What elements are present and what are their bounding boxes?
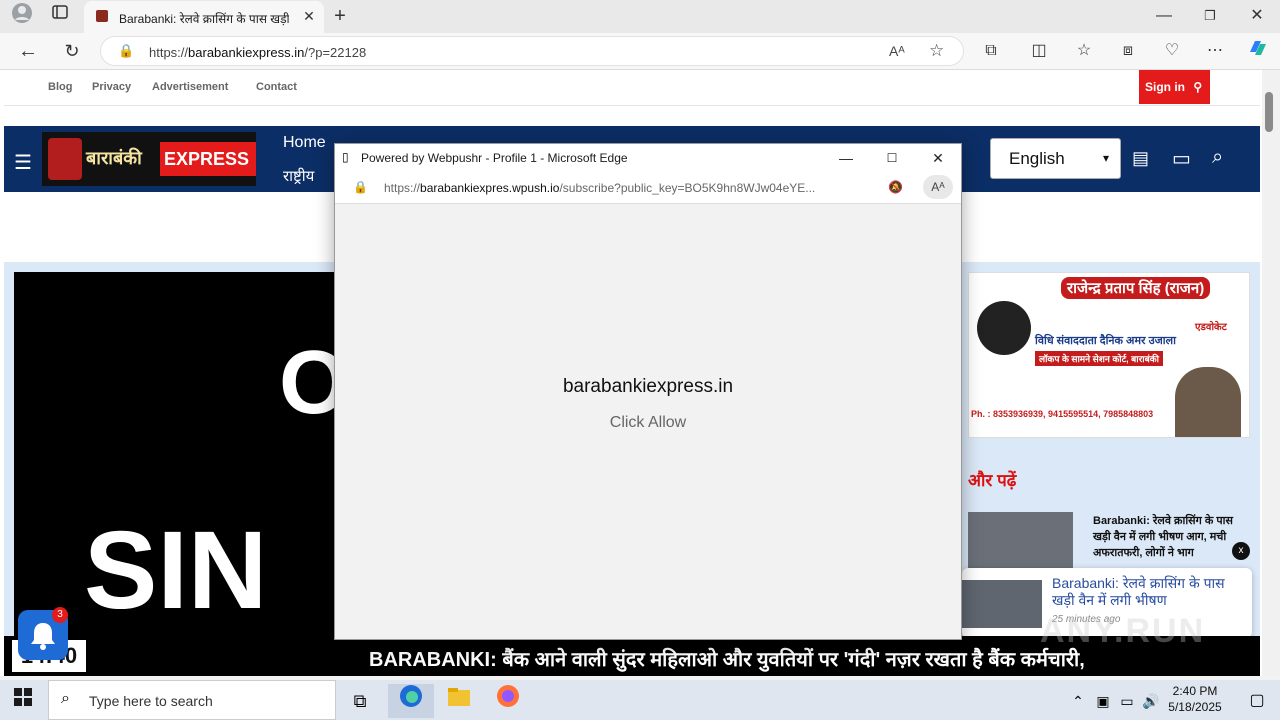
device-icon[interactable]: ▣	[1092, 684, 1114, 718]
logo-hindi: बाराबंकी	[86, 148, 142, 168]
notifications-blocked-icon[interactable]: 🔕	[888, 180, 903, 194]
notification-count-badge: 3	[52, 607, 68, 623]
tab-barabanki[interactable]: Barabanki: रेलवे क्रासिंग के पास खड़ी ✕	[84, 1, 324, 33]
windows-taskbar: ⌕ Type here to search ⧉ ⌃ ▣ ▭ 🔊 2:40 PM …	[0, 680, 1280, 720]
news-thumbnail[interactable]	[968, 512, 1073, 570]
nav-home[interactable]: Home	[283, 134, 326, 152]
taskbar-search-placeholder: Type here to search	[89, 693, 213, 709]
news-headline[interactable]: Barabanki: रेलवे क्रासिंग के पास खड़ी वै…	[1093, 513, 1253, 561]
logo-express: EXPRESS	[160, 142, 256, 176]
popup-address-bar[interactable]: 🔒 https://barabankiexpres.wpush.io/subsc…	[335, 172, 961, 204]
minimize-window-icon[interactable]: —	[1150, 2, 1178, 30]
favorites-icon[interactable]: ☆	[1070, 37, 1098, 65]
read-aloud-icon[interactable]: Aᴬ	[889, 43, 905, 59]
popup-url: https://barabankiexpres.wpush.io/subscri…	[384, 181, 816, 195]
copilot-icon[interactable]	[1244, 37, 1272, 65]
page-scrollbar[interactable]	[1262, 70, 1280, 676]
extensions-icon[interactable]: ⧉	[977, 37, 1005, 65]
popup-close-icon[interactable]: ✕	[915, 146, 961, 170]
volume-icon[interactable]: 🔊	[1140, 684, 1162, 718]
hamburger-menu-icon[interactable]: ☰	[14, 150, 32, 175]
tab-actions-icon[interactable]	[46, 2, 74, 30]
address-url: https://barabankiexpress.in/?p=22128	[149, 45, 367, 60]
taskbar-search-box[interactable]: ⌕ Type here to search	[48, 680, 336, 720]
notification-text: Barabanki: रेलवे क्रासिंग के पास खड़ी वै…	[1052, 575, 1225, 608]
sign-in-label: Sign in	[1145, 80, 1185, 94]
language-value: English	[1009, 149, 1065, 168]
nav-national[interactable]: राष्ट्रीय	[283, 166, 314, 186]
popup-read-aloud-icon[interactable]: Aᴬ	[923, 175, 953, 199]
browser-toolbar: ← ↻ 🔒 https://barabankiexpress.in/?p=221…	[0, 33, 1280, 70]
court-seal-icon	[977, 301, 1031, 355]
ticker-text[interactable]: BARABANKI: बैंक आने वाली सुंदर महिलाओ और…	[369, 645, 1085, 672]
video-text-2: SIN	[84, 509, 268, 632]
webpushr-popup-window: ▯ Powered by Webpushr - Profile 1 - Micr…	[334, 143, 962, 640]
task-view-icon[interactable]: ⧉	[337, 684, 383, 718]
scrollbar-thumb[interactable]	[1265, 92, 1273, 132]
top-navigation: Blog Privacy Advertisement Contact	[4, 70, 1260, 106]
file-explorer-icon[interactable]	[436, 684, 482, 718]
firefox-icon[interactable]	[485, 684, 531, 718]
search-icon: ⌕	[61, 690, 70, 707]
favorite-star-icon[interactable]: ☆	[929, 41, 944, 61]
watermark: ANY.RUN	[1040, 612, 1206, 650]
popup-title: Powered by Webpushr - Profile 1 - Micros…	[361, 151, 628, 165]
lock-icon[interactable]: 🔒	[118, 43, 134, 59]
user-icon: ⚲	[1193, 80, 1203, 94]
settings-more-icon[interactable]: ⋯	[1201, 37, 1229, 65]
topnav-contact[interactable]: Contact	[256, 81, 297, 93]
popup-maximize-icon[interactable]: ☐	[869, 146, 915, 170]
topnav-blog[interactable]: Blog	[48, 81, 72, 93]
split-screen-icon[interactable]: ◫	[1025, 37, 1053, 65]
ad-name: राजेन्द्र प्रताप सिंह (राजन)	[1061, 277, 1211, 299]
site-logo[interactable]: बाराबंकी EXPRESS	[42, 132, 256, 186]
advocate-photo	[1175, 367, 1241, 437]
chevron-down-icon: ▾	[1103, 151, 1110, 165]
browser-essentials-icon[interactable]: ♡	[1158, 37, 1186, 65]
edge-taskbar-icon[interactable]	[388, 684, 434, 718]
address-bar[interactable]: 🔒 https://barabankiexpress.in/?p=22128 A…	[100, 36, 964, 66]
taskbar-clock[interactable]: 2:40 PM 5/18/2025	[1166, 683, 1224, 715]
windows-start-icon[interactable]	[0, 683, 46, 717]
browser-tab-bar: Barabanki: रेलवे क्रासिंग के पास खड़ी ✕ …	[0, 0, 1280, 33]
notification-thumbnail	[962, 580, 1042, 628]
tab-title: Barabanki: रेलवे क्रासिंग के पास खड़ी	[119, 12, 289, 26]
site-favicon-icon	[96, 10, 108, 22]
notification-close-icon[interactable]: x	[1232, 542, 1250, 560]
language-select[interactable]: English ▾	[990, 138, 1121, 179]
logo-emblem-icon	[48, 138, 82, 180]
sign-in-button[interactable]: Sign in ⚲	[1139, 70, 1210, 104]
ad-line-1: विधि संवाददाता दैनिक अमर उजाला	[1035, 335, 1176, 347]
new-tab-icon[interactable]: +	[326, 2, 354, 30]
close-tab-icon[interactable]: ✕	[300, 7, 318, 25]
refresh-icon[interactable]: ↻	[58, 37, 86, 65]
ad-line-2: लॉकप के सामने सेशन कोर्ट, बाराबंकी	[1035, 351, 1164, 366]
popup-minimize-icon[interactable]: —	[823, 146, 869, 170]
video-text-1: O	[279, 333, 336, 433]
ad-phone: Ph. : 8353936939, 9415595514, 7985848803	[971, 409, 1154, 419]
popup-instruction: Click Allow	[609, 414, 687, 431]
topnav-advertisement[interactable]: Advertisement	[152, 81, 228, 93]
back-icon[interactable]: ←	[14, 37, 42, 65]
restore-window-icon[interactable]: ❐	[1196, 2, 1224, 30]
collections-icon[interactable]: ⧈	[1114, 37, 1142, 65]
page-icon: ▯	[342, 150, 349, 164]
popup-lock-icon[interactable]: 🔒	[353, 180, 368, 194]
action-center-icon[interactable]: ▢	[1234, 684, 1280, 718]
search-icon[interactable]: ⌕	[1212, 146, 1223, 169]
clock-time: 2:40 PM	[1172, 684, 1218, 698]
profile-avatar-icon[interactable]	[8, 2, 36, 30]
network-icon[interactable]: ▭	[1116, 684, 1138, 718]
close-window-icon[interactable]: ✕	[1243, 2, 1271, 30]
ad-role: एडवोकेट	[1195, 322, 1227, 333]
popup-site-name: barabankiexpress.in	[562, 376, 734, 397]
nav-icon-group: ▤ ▭ ⌕	[1122, 126, 1260, 192]
news-icon[interactable]: ▤	[1132, 148, 1149, 169]
clock-date: 5/18/2025	[1168, 700, 1222, 714]
popup-titlebar[interactable]: ▯ Powered by Webpushr - Profile 1 - Micr…	[335, 144, 961, 172]
read-more-heading: और पढ़ें	[968, 471, 1017, 490]
tv-icon[interactable]: ▭	[1172, 146, 1191, 171]
topnav-privacy[interactable]: Privacy	[92, 81, 131, 93]
advocate-advertisement[interactable]: राजेन्द्र प्रताप सिंह (राजन) एडवोकेट विध…	[968, 272, 1250, 438]
